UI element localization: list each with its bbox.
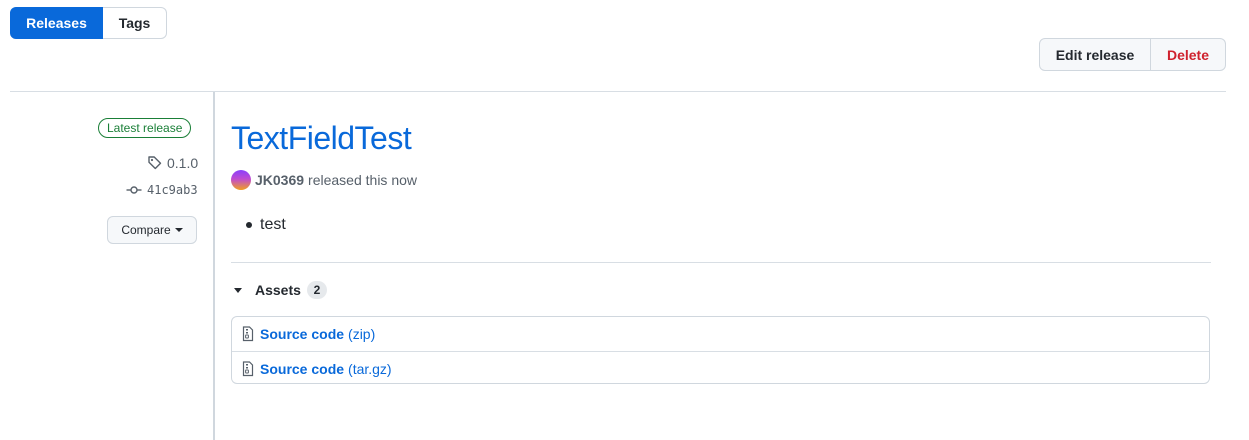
releases-subnav: Releases Tags xyxy=(10,7,167,39)
bullet-icon xyxy=(246,222,252,228)
asset-name: Source code xyxy=(260,326,345,342)
triangle-down-icon xyxy=(234,287,242,293)
release-tag-link[interactable]: 0.1.0 xyxy=(147,155,198,171)
commit-sha: 41c9ab3 xyxy=(147,183,198,197)
latest-release-badge: Latest release xyxy=(98,118,192,138)
git-commit-icon xyxy=(126,186,142,194)
release-meta: JK0369 released this now xyxy=(231,170,417,190)
assets-label: Assets xyxy=(255,282,301,298)
divider xyxy=(10,91,1226,92)
release-note-text: test xyxy=(260,216,286,233)
tag-icon xyxy=(148,156,162,170)
tag-label: 0.1.0 xyxy=(167,155,199,171)
asset-row-zip[interactable]: Source code (zip) xyxy=(232,317,1209,351)
tab-tags[interactable]: Tags xyxy=(103,7,167,39)
file-zip-icon xyxy=(242,360,254,376)
file-zip-icon xyxy=(242,326,254,342)
asset-ext: (tar.gz) xyxy=(348,360,392,377)
author-link[interactable]: JK0369 xyxy=(255,172,304,188)
compare-label: Compare xyxy=(121,223,171,237)
chevron-down-icon xyxy=(174,228,183,232)
asset-ext: (zip) xyxy=(348,326,376,342)
tab-releases[interactable]: Releases xyxy=(10,7,103,39)
compare-button[interactable]: Compare xyxy=(107,216,197,244)
divider xyxy=(231,262,1211,263)
release-notes-item: test xyxy=(246,216,286,234)
asset-row-targz[interactable]: Source code (tar.gz) xyxy=(232,351,1209,385)
released-text: released this now xyxy=(308,172,417,188)
asset-name: Source code xyxy=(260,360,345,377)
release-title[interactable]: TextFieldTest xyxy=(231,120,412,157)
release-commit-link[interactable]: 41c9ab3 xyxy=(126,182,198,198)
assets-count-badge: 2 xyxy=(306,281,327,299)
edit-release-button[interactable]: Edit release xyxy=(1039,38,1151,71)
assets-list: Source code (zip) Source code (tar.gz) xyxy=(231,316,1210,384)
release-actions: Edit release Delete xyxy=(1039,38,1226,71)
sidebar-divider xyxy=(213,92,215,440)
assets-toggle[interactable]: Assets 2 xyxy=(234,281,327,299)
avatar[interactable] xyxy=(231,170,251,190)
delete-release-button[interactable]: Delete xyxy=(1151,38,1226,71)
